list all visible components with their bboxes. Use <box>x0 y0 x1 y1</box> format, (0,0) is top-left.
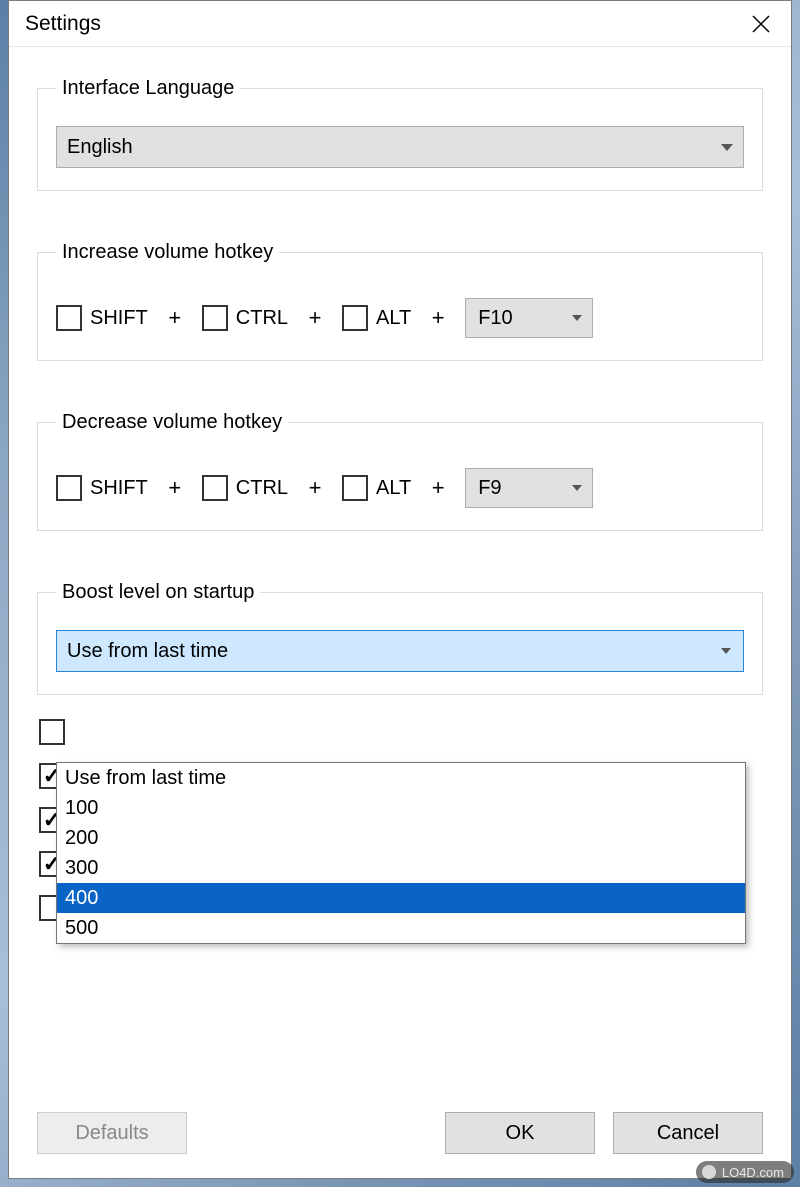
plus-sign: + <box>154 305 196 331</box>
increase-ctrl-label: CTRL <box>236 307 288 330</box>
decrease-hotkey-row: SHIFT + CTRL + ALT + F9 <box>56 460 744 508</box>
group-decrease-hotkey: Decrease volume hotkey SHIFT + CTRL + AL… <box>37 411 763 531</box>
boost-option-last-time[interactable]: Use from last time <box>57 763 745 793</box>
increase-alt-checkbox[interactable] <box>342 305 368 331</box>
chevron-down-icon <box>572 485 582 491</box>
increase-key-value: F10 <box>478 307 572 330</box>
boost-level-value: Use from last time <box>67 640 721 663</box>
decrease-ctrl-item: CTRL <box>202 475 288 501</box>
decrease-ctrl-checkbox[interactable] <box>202 475 228 501</box>
plus-sign: + <box>417 305 459 331</box>
checkbox-row-1 <box>39 719 763 745</box>
language-select-value: English <box>67 136 721 159</box>
defaults-button[interactable]: Defaults <box>37 1112 187 1154</box>
increase-shift-label: SHIFT <box>90 307 148 330</box>
increase-alt-item: ALT <box>342 305 411 331</box>
chevron-down-icon <box>721 144 733 151</box>
increase-shift-item: SHIFT <box>56 305 148 331</box>
close-button[interactable] <box>731 1 791 47</box>
watermark: LO4D.com <box>696 1161 794 1183</box>
legend-decrease-hotkey: Decrease volume hotkey <box>56 411 288 434</box>
increase-ctrl-checkbox[interactable] <box>202 305 228 331</box>
legend-increase-hotkey: Increase volume hotkey <box>56 241 279 264</box>
ok-button[interactable]: OK <box>445 1112 595 1154</box>
decrease-ctrl-label: CTRL <box>236 477 288 500</box>
group-interface-language: Interface Language English <box>37 77 763 191</box>
decrease-alt-checkbox[interactable] <box>342 475 368 501</box>
titlebar: Settings <box>9 1 791 47</box>
increase-key-select[interactable]: F10 <box>465 298 593 338</box>
increase-shift-checkbox[interactable] <box>56 305 82 331</box>
decrease-key-value: F9 <box>478 477 572 500</box>
increase-alt-label: ALT <box>376 307 411 330</box>
plus-sign: + <box>417 475 459 501</box>
checkbox-option-1[interactable] <box>39 719 65 745</box>
language-select[interactable]: English <box>56 126 744 168</box>
decrease-shift-item: SHIFT <box>56 475 148 501</box>
cancel-button[interactable]: Cancel <box>613 1112 763 1154</box>
boost-level-select[interactable]: Use from last time <box>56 630 744 672</box>
dialog-content: Interface Language English Increase volu… <box>9 47 791 1178</box>
plus-sign: + <box>294 475 336 501</box>
settings-dialog: Settings Interface Language English Incr… <box>8 0 792 1179</box>
decrease-key-select[interactable]: F9 <box>465 468 593 508</box>
boost-option-200[interactable]: 200 <box>57 823 745 853</box>
group-boost-level: Boost level on startup Use from last tim… <box>37 581 763 695</box>
legend-interface-language: Interface Language <box>56 77 240 100</box>
spacer <box>187 1112 445 1154</box>
watermark-text: LO4D.com <box>722 1165 784 1180</box>
legend-boost-level: Boost level on startup <box>56 581 260 604</box>
button-row: Defaults OK Cancel <box>37 1112 763 1154</box>
decrease-alt-item: ALT <box>342 475 411 501</box>
boost-option-300[interactable]: 300 <box>57 853 745 883</box>
boost-option-400[interactable]: 400 <box>57 883 745 913</box>
boost-option-500[interactable]: 500 <box>57 913 745 943</box>
increase-ctrl-item: CTRL <box>202 305 288 331</box>
boost-level-dropdown[interactable]: Use from last time 100 200 300 400 500 <box>56 762 746 944</box>
plus-sign: + <box>154 475 196 501</box>
decrease-shift-checkbox[interactable] <box>56 475 82 501</box>
chevron-down-icon <box>572 315 582 321</box>
group-increase-hotkey: Increase volume hotkey SHIFT + CTRL + AL… <box>37 241 763 361</box>
decrease-shift-label: SHIFT <box>90 477 148 500</box>
increase-hotkey-row: SHIFT + CTRL + ALT + F10 <box>56 290 744 338</box>
boost-option-100[interactable]: 100 <box>57 793 745 823</box>
watermark-icon <box>702 1165 716 1179</box>
decrease-alt-label: ALT <box>376 477 411 500</box>
window-title: Settings <box>25 12 731 36</box>
close-icon <box>752 15 770 33</box>
chevron-down-icon <box>721 648 731 654</box>
plus-sign: + <box>294 305 336 331</box>
